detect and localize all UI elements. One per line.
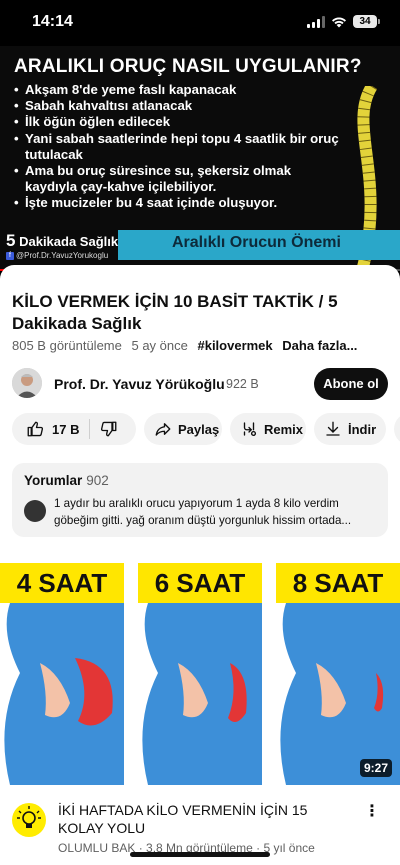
recommended-title[interactable]: İKİ HAFTADA KİLO VERMENİN İÇİN 15 KOLAY … xyxy=(58,801,348,837)
channel-brand: 5 Dakikada Sağlık f @Prof.Dr.YavuzYorukog… xyxy=(6,231,119,260)
remix-icon xyxy=(243,422,257,437)
facebook-icon: f xyxy=(6,251,14,260)
download-icon xyxy=(326,421,340,436)
thumbnail-panel: 6 SAAT xyxy=(138,563,262,785)
status-time: 14:14 xyxy=(32,13,73,30)
player-headline: ARALIKLI ORUÇ NASIL UYGULANIR? xyxy=(14,56,362,77)
body-illustration xyxy=(280,603,400,785)
status-icons: 34 xyxy=(307,15,380,28)
video-player[interactable]: ARALIKLI ORUÇ NASIL UYGULANIR? Akşam 8'd… xyxy=(0,46,400,271)
lightbulb-icon xyxy=(17,806,41,828)
save-button[interactable] xyxy=(394,413,400,445)
top-comment: 1 aydır bu aralıklı orucu yapıyorum 1 ay… xyxy=(54,497,352,527)
body-illustration xyxy=(142,603,262,785)
subscribe-button[interactable]: Abone ol xyxy=(314,368,388,400)
avatar[interactable] xyxy=(12,368,42,398)
video-details: KİLO VERMEK İÇİN 10 BASİT TAKTİK / 5 Dak… xyxy=(0,265,400,865)
player-bullet: Ama bu oruç süresince su, şekersiz olmak… xyxy=(14,163,344,195)
player-bullets: Akşam 8'de yeme faslı kapanacak Sabah ka… xyxy=(14,82,344,212)
wifi-icon xyxy=(332,17,346,27)
remix-button[interactable]: Remix xyxy=(230,413,306,445)
body-illustration xyxy=(4,603,124,785)
thumbnail-panel: 8 SAAT xyxy=(276,563,400,785)
dislike-icon[interactable] xyxy=(100,420,118,438)
thumbnail-panel: 4 SAAT xyxy=(0,563,124,785)
channel-name[interactable]: Prof. Dr. Yavuz Yörükoğlu xyxy=(54,376,225,392)
battery-icon: 34 xyxy=(353,15,380,28)
subscriber-count: 922 B xyxy=(226,377,259,391)
download-button[interactable]: İndir xyxy=(314,413,386,445)
player-bullet: Yani sabah saatlerinde hepi topu 4 saatl… xyxy=(14,131,344,163)
view-count: 805 B görüntüleme xyxy=(12,338,122,353)
hashtag-link[interactable]: #kilovermek xyxy=(197,338,272,353)
comments-header: Yorumlar 902 xyxy=(24,473,109,488)
player-bullet: Sabah kahvaltısı atlanacak xyxy=(14,98,344,114)
like-icon[interactable] xyxy=(26,420,44,438)
like-dislike-group: 17 B xyxy=(12,413,136,445)
player-bullet: Akşam 8'de yeme faslı kapanacak xyxy=(14,82,344,98)
player-bullet: İşte mucizeler bu 4 saat içinde oluşuyor… xyxy=(14,195,344,211)
action-bar: 17 B Paylaş Remix İndir xyxy=(12,413,400,447)
signal-icon xyxy=(307,15,325,28)
recommended-thumbnail[interactable]: 4 SAAT 6 SAAT 8 SAAT 9:27 xyxy=(0,563,400,785)
comments-section[interactable]: Yorumlar 902 1 aydır bu aralıklı orucu ya… xyxy=(12,463,388,537)
share-icon xyxy=(155,423,171,436)
like-count[interactable]: 17 B xyxy=(52,422,79,437)
duration-badge: 9:27 xyxy=(359,759,392,777)
upload-age: 5 ay önce xyxy=(131,338,188,353)
video-title[interactable]: KİLO VERMEK İÇİN 10 BASİT TAKTİK / 5 Dak… xyxy=(12,291,382,335)
commenter-avatar xyxy=(24,500,46,522)
more-options-icon[interactable]: ⋮ xyxy=(364,801,380,821)
channel-row[interactable]: Prof. Dr. Yavuz Yörükoğlu 922 B Abone ol xyxy=(12,368,388,404)
player-bullet: İlk öğün öğlen edilecek xyxy=(14,114,344,130)
player-subtitle: Aralıklı Orucun Önemi xyxy=(172,234,341,251)
channel-avatar[interactable] xyxy=(12,803,46,837)
more-link[interactable]: Daha fazla... xyxy=(282,338,357,353)
status-bar: 14:14 34 xyxy=(0,0,400,46)
share-button[interactable]: Paylaş xyxy=(144,413,222,445)
video-meta[interactable]: 805 B görüntüleme 5 ay önce #kilovermek … xyxy=(12,338,363,353)
home-indicator xyxy=(130,852,270,857)
